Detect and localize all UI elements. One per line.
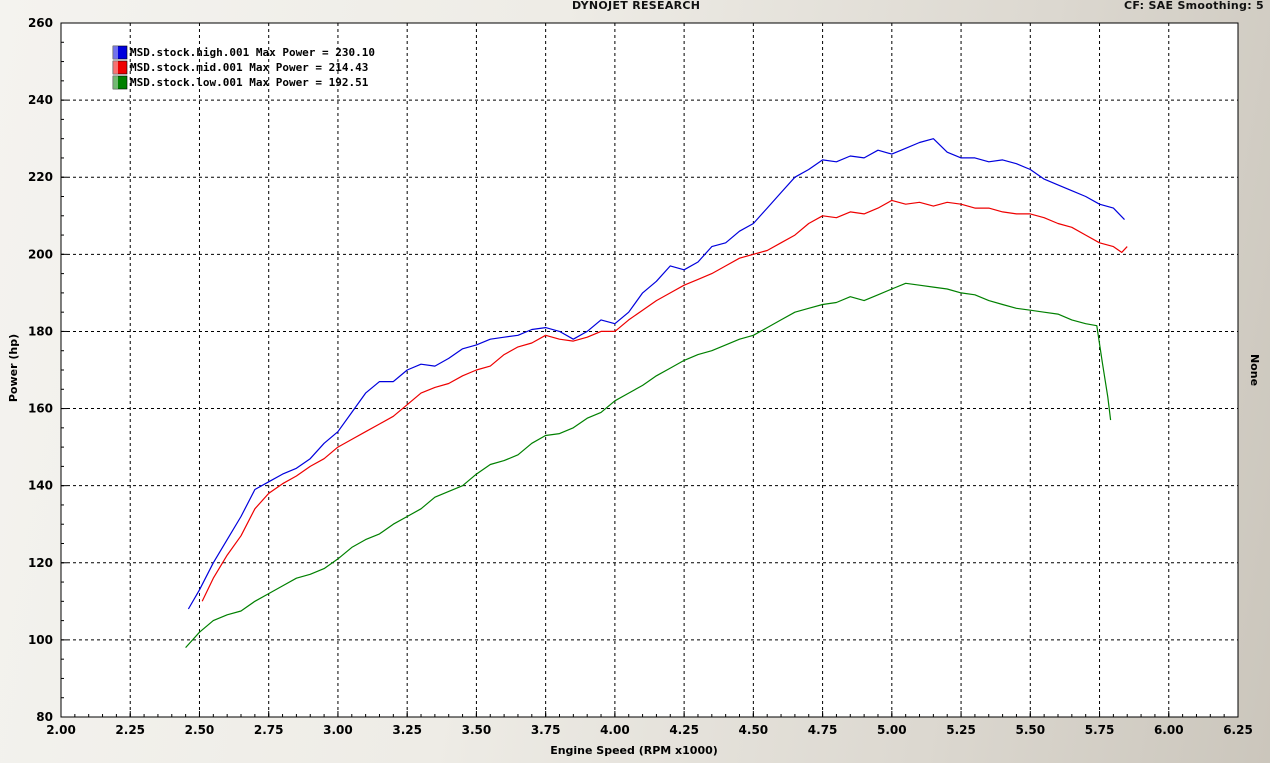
x-tick-label: 5.75 — [1085, 723, 1115, 737]
legend-swatch-shine — [113, 46, 118, 59]
legend-label: MSD.stock.high.001 Max Power = 230.10 — [130, 46, 375, 59]
x-tick-label: 5.50 — [1015, 723, 1045, 737]
x-tick-label: 3.25 — [392, 723, 422, 737]
x-tick-label: 4.00 — [600, 723, 630, 737]
y-tick-label: 140 — [28, 479, 53, 493]
y-tick-label: 260 — [28, 16, 53, 30]
x-tick-label: 6.00 — [1154, 723, 1184, 737]
x-tick-label: 3.00 — [323, 723, 353, 737]
x-tick-label: 5.25 — [946, 723, 976, 737]
legend-label: MSD.stock.low.001 Max Power = 192.51 — [130, 76, 369, 89]
y-tick-label: 240 — [28, 93, 53, 107]
right-axis-label: None — [1248, 354, 1261, 386]
y-tick-label: 80 — [36, 710, 53, 724]
y-axis-title: Power (hp) — [7, 334, 20, 402]
legend: MSD.stock.high.001 Max Power = 230.10 MSD… — [112, 45, 375, 90]
x-tick-label: 6.25 — [1223, 723, 1253, 737]
y-tick-label: 180 — [28, 324, 53, 338]
y-tick-label: 200 — [28, 247, 53, 261]
x-tick-label: 2.00 — [46, 723, 76, 737]
y-tick-label: 120 — [28, 556, 53, 570]
x-tick-label: 5.00 — [877, 723, 907, 737]
y-tick-label: 220 — [28, 170, 53, 184]
y-tick-label: 160 — [28, 402, 53, 416]
y-tick-label: 100 — [28, 633, 53, 647]
legend-label: MSD.stock.mid.001 Max Power = 214.43 — [130, 61, 368, 74]
x-tick-label: 3.50 — [462, 723, 492, 737]
x-axis-title: Engine Speed (RPM x1000) — [550, 744, 718, 757]
x-tick-label: 2.75 — [254, 723, 284, 737]
plot-area — [60, 22, 1239, 718]
x-tick-label: 4.25 — [669, 723, 699, 737]
dyno-chart: 2.00 2.25 2.50 2.75 3.00 3.25 3.50 3.75 4.00 4.25… — [7, 16, 1261, 757]
x-tick-label: 4.50 — [739, 723, 769, 737]
x-tick-label: 4.75 — [808, 723, 838, 737]
x-tick-labels: 2.00 2.25 2.50 2.75 3.00 3.25 3.50 3.75 4.00 4.25… — [46, 723, 1253, 737]
x-tick-label: 2.25 — [115, 723, 145, 737]
y-tick-labels: 80 100 120 140 160 180 200 220 240 260 — [28, 16, 53, 724]
x-tick-label: 2.50 — [185, 723, 215, 737]
legend-swatch-shine — [113, 61, 118, 74]
legend-swatch-shine — [113, 76, 118, 89]
x-tick-label: 3.75 — [531, 723, 561, 737]
